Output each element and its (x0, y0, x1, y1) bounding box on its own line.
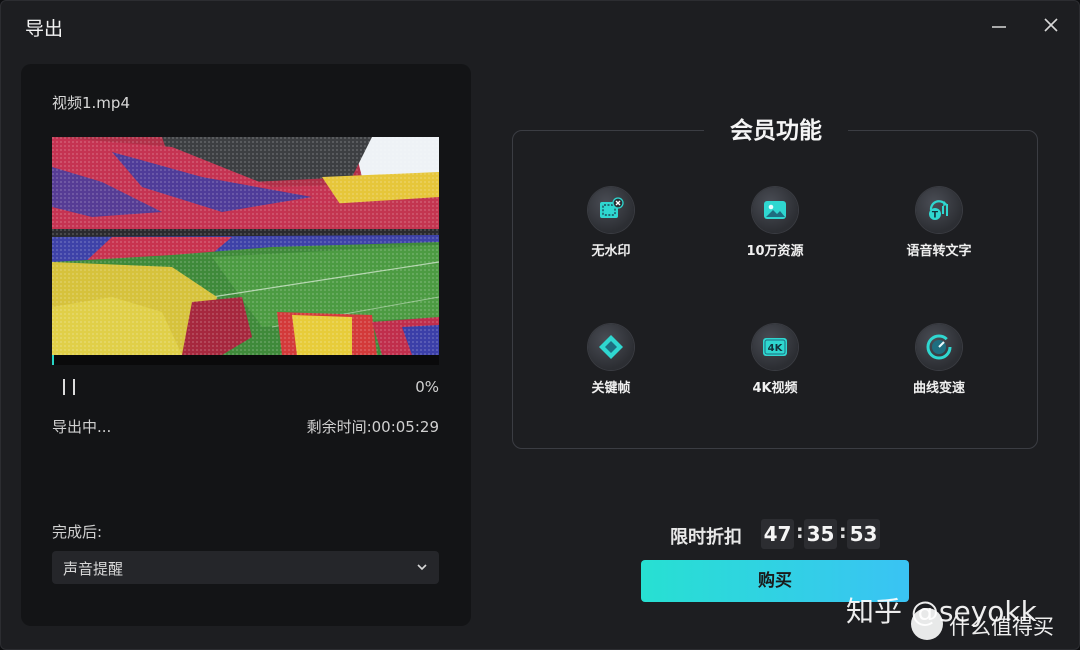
title-bar: 导出 (1, 1, 1079, 53)
countdown-seconds: 53 (847, 519, 880, 549)
remaining-time-value: 00:05:29 (371, 418, 439, 436)
member-features-title: 会员功能 (704, 113, 848, 149)
feature-label: 关键帧 (591, 381, 631, 396)
export-progress-bar (52, 355, 439, 365)
svg-text:T: T (932, 211, 939, 221)
after-complete-select[interactable]: 声音提醒 (52, 551, 439, 584)
after-complete-label: 完成后: (52, 523, 103, 541)
export-dialog: 导出 视频1.mp4 0% 导出中... 剩余时间:00:05:29 完成后: … (0, 0, 1080, 650)
image-resources-icon (752, 187, 798, 233)
export-panel: 视频1.mp4 0% 导出中... 剩余时间:00:05:29 完成后: 声音提… (21, 64, 471, 626)
close-icon (1044, 18, 1058, 32)
curve-speed-icon (916, 324, 962, 370)
close-button[interactable] (1036, 11, 1066, 41)
discount-label: 限时折扣 (670, 527, 742, 548)
progress-percent: 0% (415, 378, 439, 396)
member-features-box (512, 130, 1038, 449)
export-status: 导出中... (52, 418, 112, 436)
pause-button[interactable] (60, 378, 78, 396)
minimize-button[interactable] (984, 11, 1014, 41)
countdown-separator: : (796, 521, 804, 543)
countdown-minutes: 35 (804, 519, 837, 549)
feature-label: 10万资源 (746, 244, 804, 259)
feature-label: 语音转文字 (906, 244, 972, 259)
speech-to-text-icon: T (916, 187, 962, 233)
chevron-down-icon (417, 564, 427, 571)
after-complete-value: 声音提醒 (63, 560, 124, 578)
file-name: 视频1.mp4 (52, 94, 130, 112)
remaining-time: 剩余时间:00:05:29 (307, 416, 439, 437)
minimize-icon (992, 26, 1006, 28)
countdown-hours: 47 (761, 519, 794, 549)
pause-icon (63, 379, 65, 395)
no-watermark-icon (588, 187, 634, 233)
watermark-text-secondary: 什么值得买 (949, 615, 1054, 639)
countdown-separator: : (839, 521, 847, 543)
remaining-time-label: 剩余时间: (306, 418, 372, 436)
stadium-thumbnail (52, 137, 439, 355)
feature-label: 无水印 (591, 244, 631, 259)
export-progress-fill (52, 355, 55, 365)
feature-label: 4K视频 (752, 381, 798, 396)
video-preview (52, 137, 439, 355)
svg-text:4K: 4K (768, 343, 784, 354)
dialog-title: 导出 (25, 18, 64, 40)
watermark-logo (911, 608, 943, 640)
4k-video-icon: 4K (752, 324, 798, 370)
feature-label: 曲线变速 (912, 381, 965, 396)
keyframe-icon (588, 324, 634, 370)
